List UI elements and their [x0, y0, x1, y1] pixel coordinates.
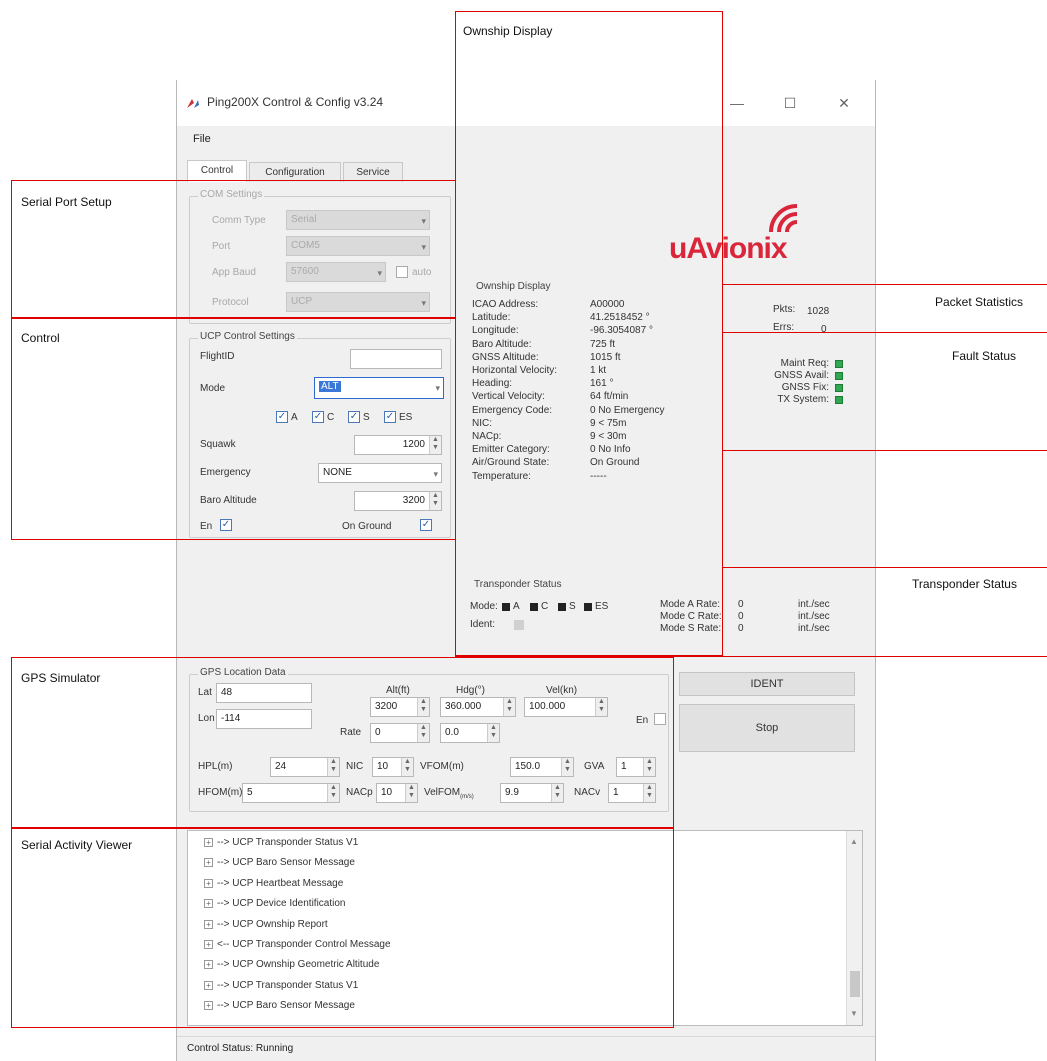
fault-label: Maint Req:	[780, 358, 829, 369]
fault-status-line-bottom	[723, 450, 1047, 451]
serial-activity-viewer-annotation: Serial Activity Viewer	[21, 838, 133, 852]
control-annotation-box	[11, 318, 456, 540]
scroll-thumb[interactable]	[850, 971, 860, 997]
minimize-icon[interactable]: —	[722, 92, 752, 114]
fault-label: GNSS Avail:	[774, 370, 829, 381]
ident-button[interactable]: IDENT	[679, 672, 855, 696]
window-title: Ping200X Control & Config v3.24	[207, 95, 384, 109]
fault-status-panel: Maint Req: GNSS Avail: GNSS Fix: TX System:	[737, 358, 847, 428]
rate-value: 0	[738, 599, 744, 610]
close-icon[interactable]: ✕	[829, 92, 859, 114]
fault-status-led	[835, 372, 843, 380]
stop-button[interactable]: Stop	[679, 704, 855, 752]
logo-signal-icon	[769, 204, 798, 233]
ownship-display-annotation-box	[455, 11, 723, 656]
rate-value: 0	[738, 623, 744, 634]
fault-status-led	[835, 384, 843, 392]
packet-statistics-annotation: Packet Statistics	[935, 295, 1024, 309]
pkts-label: Pkts:	[773, 304, 796, 315]
serial-activity-viewer-annotation-box	[11, 828, 674, 1028]
status-text: Control Status: Running	[187, 1043, 294, 1054]
app-icon	[187, 99, 199, 108]
rate-unit: int./sec	[798, 623, 830, 634]
transponder-status-line-top	[723, 567, 1047, 568]
serial-port-setup-annotation: Serial Port Setup	[21, 195, 112, 209]
gps-simulator-annotation: GPS Simulator	[21, 671, 101, 685]
tab-control[interactable]: Control	[187, 160, 247, 182]
rate-unit: int./sec	[798, 611, 830, 622]
scroll-up-icon[interactable]: ▲	[850, 837, 858, 846]
control-annotation: Control	[21, 331, 60, 345]
fault-status-led	[835, 360, 843, 368]
packet-statistics-line-bottom	[723, 332, 1047, 333]
tab-service[interactable]: Service	[343, 162, 403, 182]
packet-statistics-line-top	[723, 284, 1047, 285]
fault-label: GNSS Fix:	[781, 382, 829, 393]
transponder-status-annotation: Transponder Status	[912, 577, 1017, 591]
tab-configuration[interactable]: Configuration	[249, 162, 341, 182]
scroll-down-icon[interactable]: ▼	[850, 1009, 858, 1018]
menu-file[interactable]: File	[177, 128, 211, 150]
rate-value: 0	[738, 611, 744, 622]
ownship-display-annotation: Ownship Display	[463, 24, 553, 38]
status-bar: Control Status: Running	[177, 1036, 875, 1061]
fault-status-led	[835, 396, 843, 404]
log-scrollbar[interactable]: ▲ ▼	[846, 831, 862, 1025]
rate-unit: int./sec	[798, 599, 830, 610]
errs-value: 0	[821, 324, 827, 335]
pkts-value: 1028	[807, 306, 830, 317]
maximize-icon[interactable]: ☐	[775, 92, 805, 114]
fault-status-annotation: Fault Status	[952, 349, 1017, 363]
fault-label: TX System:	[777, 394, 829, 405]
gps-simulator-annotation-box	[11, 657, 674, 828]
